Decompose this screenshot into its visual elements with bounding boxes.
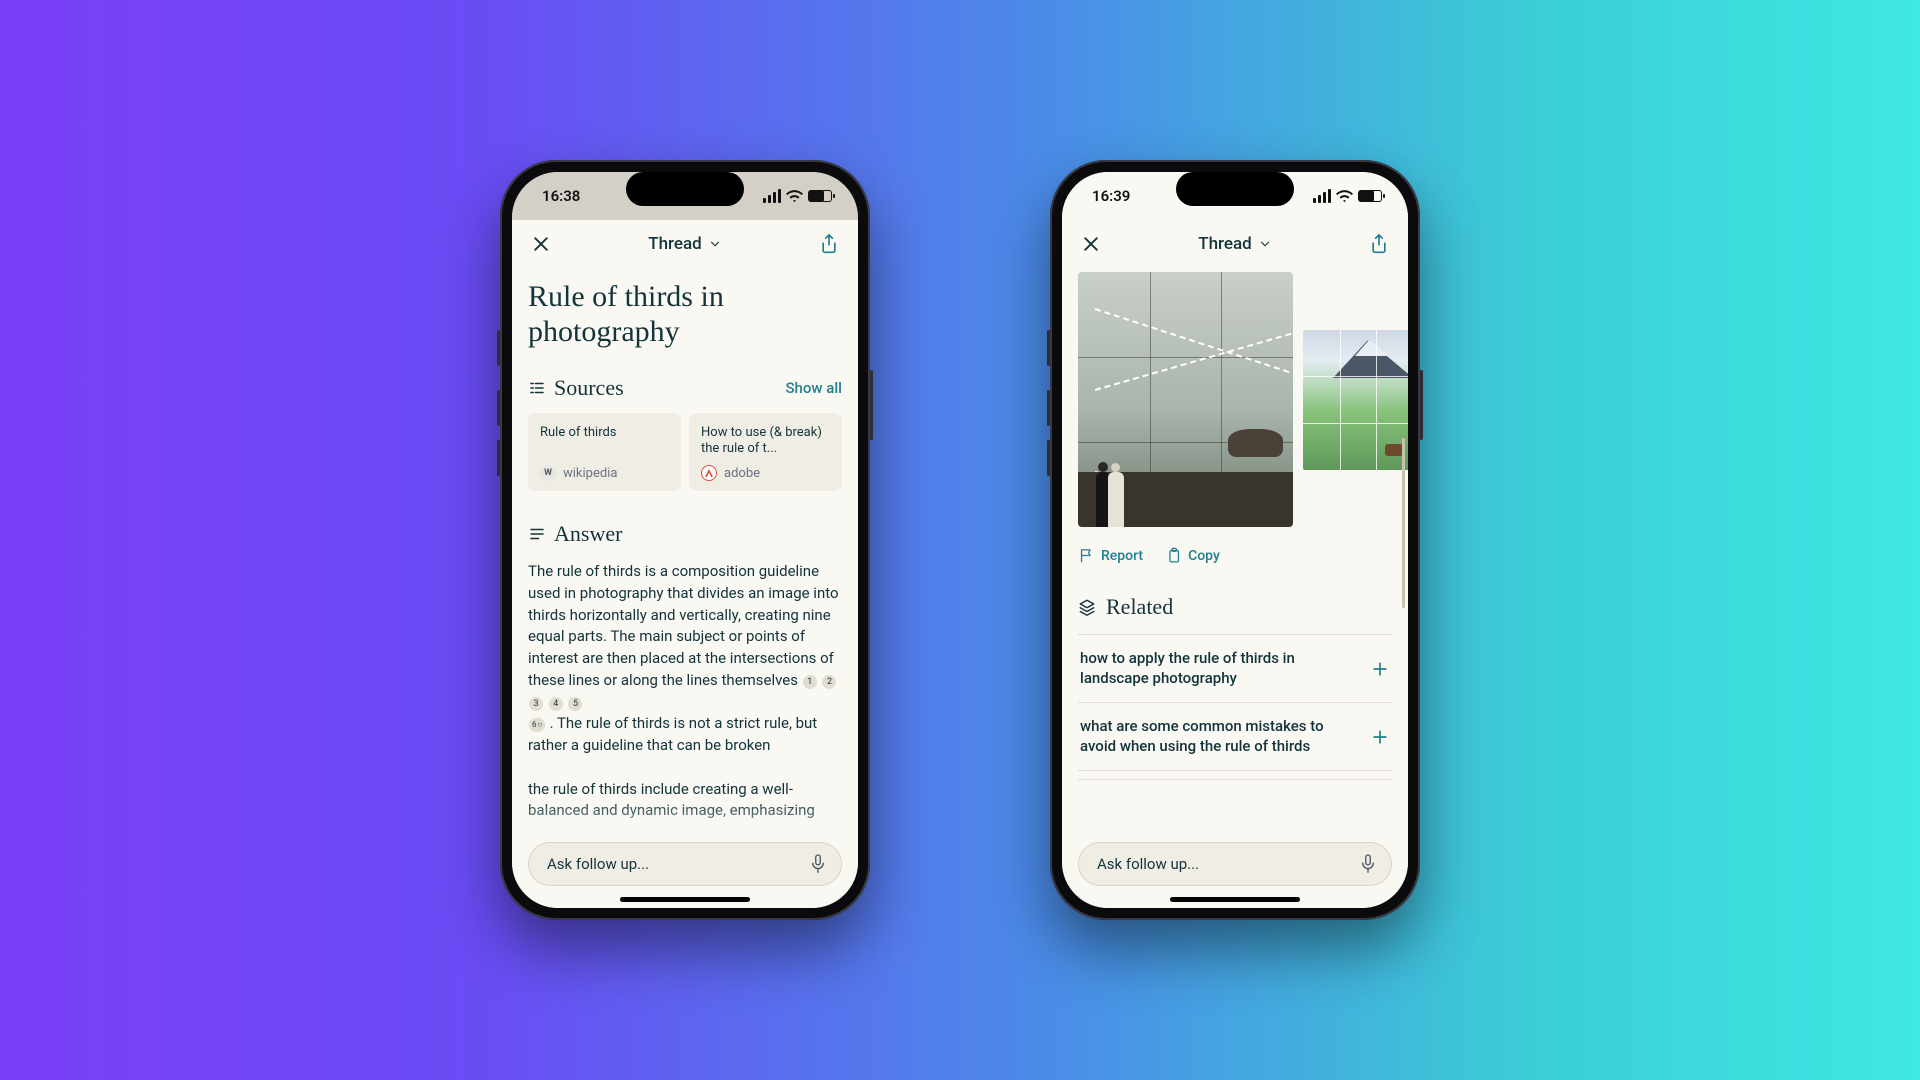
share-button[interactable] <box>816 231 842 257</box>
report-button[interactable]: Report <box>1078 547 1143 564</box>
layers-icon <box>1078 598 1096 616</box>
share-icon <box>819 233 839 255</box>
source-site: wikipedia <box>563 466 617 481</box>
status-time: 16:38 <box>542 187 580 205</box>
nav-bar: Thread <box>1062 220 1408 268</box>
nav-bar: Thread <box>512 220 858 268</box>
related-item-partial <box>1078 770 1392 780</box>
microphone-icon[interactable] <box>1359 853 1377 875</box>
related-label: Related <box>1106 594 1173 620</box>
ask-placeholder: Ask follow up... <box>1097 855 1199 873</box>
source-title: Rule of thirds <box>540 425 669 441</box>
related-text: what are some common mistakes to avoid w… <box>1080 717 1358 756</box>
phone-right: 16:39 Thread <box>1050 160 1420 920</box>
status-time: 16:39 <box>1092 187 1130 205</box>
citation-2[interactable]: 2 <box>822 675 836 689</box>
nav-title: Thread <box>1198 234 1252 254</box>
flag-icon <box>1078 547 1095 564</box>
close-button[interactable] <box>1078 231 1104 257</box>
sources-icon <box>528 379 546 397</box>
battery-icon <box>808 190 832 202</box>
citation-3[interactable]: 3 <box>529 697 543 711</box>
image-row <box>1078 272 1392 527</box>
share-button[interactable] <box>1366 231 1392 257</box>
content-right: Report Copy Related how to apply the rul… <box>1062 268 1408 908</box>
thread-title-button[interactable]: Thread <box>1198 234 1272 254</box>
page-title: Rule of thirds in photography <box>528 280 842 349</box>
chevron-down-icon <box>1258 237 1272 251</box>
home-indicator[interactable] <box>1170 897 1300 902</box>
share-icon <box>1369 233 1389 255</box>
close-button[interactable] <box>528 231 554 257</box>
answer-text: The rule of thirds is a composition guid… <box>528 561 842 822</box>
wifi-icon <box>786 190 803 203</box>
ask-placeholder: Ask follow up... <box>547 855 649 873</box>
plus-icon <box>1370 659 1390 679</box>
source-site: adobe <box>724 466 760 481</box>
show-all-button[interactable]: Show all <box>785 379 842 397</box>
related-list: how to apply the rule of thirds in lands… <box>1078 634 1392 780</box>
source-card-adobe[interactable]: How to use (& break) the rule of t... ad… <box>689 413 842 491</box>
close-icon <box>1081 234 1101 254</box>
report-label: Report <box>1101 548 1143 564</box>
ask-input[interactable]: Ask follow up... <box>528 842 842 886</box>
battery-icon <box>1358 190 1382 202</box>
sources-label: Sources <box>554 375 624 401</box>
copy-label: Copy <box>1188 548 1220 564</box>
citation-5[interactable]: 5 <box>568 697 582 711</box>
status-icons <box>763 189 832 203</box>
sources-header: Sources Show all <box>528 375 842 401</box>
plus-icon <box>1370 727 1390 747</box>
chevron-down-icon <box>708 237 722 251</box>
thumbnail-image[interactable] <box>1303 330 1408 470</box>
screen-left: 16:38 Thread Rule of thirds in photograp… <box>512 172 858 908</box>
dynamic-island <box>626 172 744 206</box>
clipboard-icon <box>1165 547 1182 564</box>
answer-icon <box>528 525 546 543</box>
source-title: How to use (& break) the rule of t... <box>701 425 830 458</box>
answer-label: Answer <box>554 521 622 547</box>
citation-1[interactable]: 1 <box>803 675 817 689</box>
content-left: Rule of thirds in photography Sources Sh… <box>512 268 858 908</box>
microphone-icon[interactable] <box>809 853 827 875</box>
cellular-icon <box>1313 189 1331 203</box>
cellular-icon <box>763 189 781 203</box>
related-header: Related <box>1078 594 1392 620</box>
dynamic-island <box>1176 172 1294 206</box>
nav-title: Thread <box>648 234 702 254</box>
wifi-icon <box>1336 190 1353 203</box>
screen-right: 16:39 Thread <box>1062 172 1408 908</box>
home-indicator[interactable] <box>620 897 750 902</box>
phone-left: 16:38 Thread Rule of thirds in photograp… <box>500 160 870 920</box>
ask-input[interactable]: Ask follow up... <box>1078 842 1392 886</box>
scroll-indicator[interactable] <box>1402 438 1405 608</box>
hero-image[interactable] <box>1078 272 1293 527</box>
related-text: how to apply the rule of thirds in lands… <box>1080 649 1358 688</box>
action-row: Report Copy <box>1078 547 1392 564</box>
citation-6[interactable]: 6 ○ <box>529 718 545 732</box>
source-cards: Rule of thirds W wikipedia How to use (&… <box>528 413 842 491</box>
related-item[interactable]: what are some common mistakes to avoid w… <box>1078 702 1392 770</box>
status-icons <box>1313 189 1382 203</box>
wikipedia-favicon-icon: W <box>540 465 556 481</box>
copy-button[interactable]: Copy <box>1165 547 1220 564</box>
related-item[interactable]: how to apply the rule of thirds in lands… <box>1078 634 1392 702</box>
adobe-favicon-icon <box>701 465 717 481</box>
source-card-wikipedia[interactable]: Rule of thirds W wikipedia <box>528 413 681 491</box>
thread-title-button[interactable]: Thread <box>648 234 722 254</box>
close-icon <box>531 234 551 254</box>
citation-4[interactable]: 4 <box>549 697 563 711</box>
answer-header: Answer <box>528 521 842 547</box>
